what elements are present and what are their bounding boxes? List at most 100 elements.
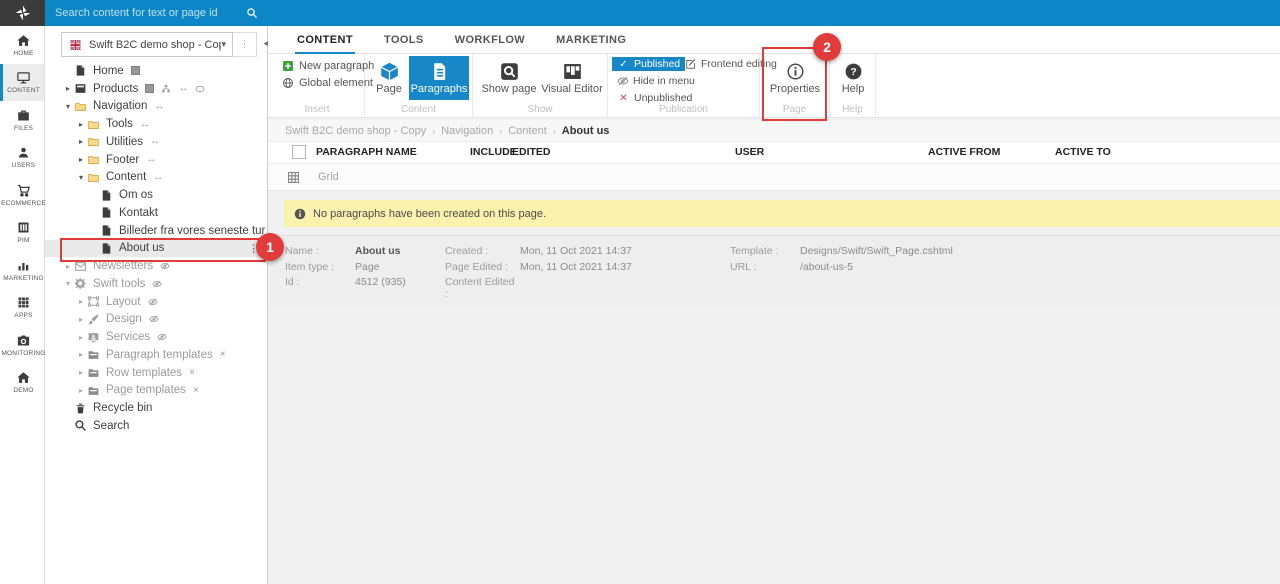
sidebar-item-content[interactable]: CONTENT bbox=[0, 64, 44, 102]
sidebar-item-pim[interactable]: PIM bbox=[0, 214, 44, 252]
tree-item-newsletters[interactable]: ▸Newsletters bbox=[45, 257, 267, 275]
site-menu-button[interactable]: ⋮ bbox=[233, 32, 257, 57]
sidebar-item-apps[interactable]: APPS bbox=[0, 289, 44, 327]
folder-icon bbox=[87, 135, 100, 148]
chevron-right-icon[interactable]: ▸ bbox=[75, 315, 87, 324]
tree-item-swift-tools[interactable]: ▾Swift tools bbox=[45, 275, 267, 293]
chevron-right-icon[interactable]: ▸ bbox=[75, 350, 87, 359]
sidebar-item-marketing[interactable]: MARKETING bbox=[0, 251, 44, 289]
row-menu-icon[interactable]: ⋮ bbox=[248, 242, 259, 255]
tree-item-services[interactable]: ▸Services bbox=[45, 328, 267, 346]
grid-paragraph-row[interactable]: Grid bbox=[268, 163, 1280, 191]
global-element-button[interactable]: Global element bbox=[282, 77, 373, 89]
sidebar-item-label: MARKETING bbox=[3, 275, 43, 282]
tree-item-utilities[interactable]: ▸Utilities↔ bbox=[45, 133, 267, 151]
chevron-down-icon[interactable]: ▾ bbox=[75, 173, 87, 182]
new-paragraph-button[interactable]: New paragraph bbox=[282, 60, 374, 72]
chevron-right-icon[interactable]: ▸ bbox=[62, 84, 74, 93]
chevron-right-icon[interactable]: ▸ bbox=[62, 262, 74, 271]
tree-item-label: Billeder fra vores seneste tur bbox=[119, 225, 265, 237]
column-header-user[interactable]: USER bbox=[735, 146, 764, 158]
breadcrumb-item[interactable]: Navigation bbox=[441, 125, 493, 137]
eyeslash-icon bbox=[157, 332, 167, 342]
eyeslash-icon bbox=[152, 279, 162, 289]
services-icon bbox=[87, 331, 100, 344]
tree-item-about-us[interactable]: About us⋮ bbox=[45, 240, 267, 258]
marketing-icon bbox=[16, 258, 31, 273]
tree-item-layout[interactable]: ▸ Layout bbox=[45, 293, 267, 311]
column-header-paragraph-name[interactable]: PARAGRAPH NAME bbox=[316, 146, 417, 158]
breadcrumb-item[interactable]: Swift B2C demo shop - Copy bbox=[285, 125, 426, 137]
logo-pinwheel-icon bbox=[15, 5, 31, 21]
chevron-down-icon[interactable]: ▾ bbox=[62, 279, 74, 288]
app-logo[interactable] bbox=[0, 0, 45, 26]
sidebar-item-users[interactable]: USERS bbox=[0, 139, 44, 177]
chevron-right-icon[interactable]: ▸ bbox=[75, 333, 87, 342]
search-icon[interactable] bbox=[246, 7, 258, 19]
tree-item-om-os[interactable]: Om os bbox=[45, 186, 267, 204]
tree-list: Home▸Products↔▾Navigation↔▸Tools↔▸Utilit… bbox=[45, 62, 267, 435]
ribbon-group-publication: ✓ Published Hide in menu ✕ Unpublished F… bbox=[608, 54, 760, 118]
tree-item-kontakt[interactable]: Kontakt bbox=[45, 204, 267, 222]
eyeslash-icon bbox=[149, 314, 159, 324]
tree-item-recycle-bin[interactable]: Recycle bin bbox=[45, 399, 267, 417]
visual-editor-button[interactable]: Visual Editor bbox=[541, 56, 603, 100]
paragraphs-button[interactable]: Paragraphs bbox=[409, 56, 469, 100]
tab-marketing[interactable]: MARKETING bbox=[554, 26, 628, 52]
chevron-right-icon[interactable]: ▸ bbox=[75, 155, 87, 164]
sidebar-item-monitoring[interactable]: MONITORING bbox=[0, 326, 44, 364]
tree-item-label: Search bbox=[93, 420, 129, 432]
tree-item-label: Layout bbox=[106, 296, 141, 308]
globe-icon bbox=[282, 77, 294, 89]
group-label-content: Content bbox=[365, 104, 472, 115]
chevron-right-icon[interactable]: ▸ bbox=[75, 297, 87, 306]
tree-item-billeder-fra-vores-seneste-tur[interactable]: Billeder fra vores seneste tur bbox=[45, 222, 267, 240]
tree-item-products[interactable]: ▸Products↔ bbox=[45, 80, 267, 98]
chevron-right-icon[interactable]: ▸ bbox=[75, 137, 87, 146]
tree-item-tools[interactable]: ▸Tools↔ bbox=[45, 115, 267, 133]
breadcrumb-item[interactable]: Content bbox=[508, 125, 547, 137]
column-header-include[interactable]: INCLUDE bbox=[470, 146, 517, 158]
tree-item-home[interactable]: Home bbox=[45, 62, 267, 80]
sidebar-item-demo[interactable]: DEMO bbox=[0, 364, 44, 402]
column-header-active-from[interactable]: ACTIVE FROM bbox=[928, 146, 1000, 158]
chevron-right-icon[interactable]: ▸ bbox=[75, 386, 87, 395]
hide-in-menu-toggle[interactable]: Hide in menu bbox=[612, 74, 700, 88]
unpublished-toggle[interactable]: ✕ Unpublished bbox=[612, 91, 697, 105]
tab-workflow[interactable]: WORKFLOW bbox=[453, 26, 527, 52]
visual-editor-icon bbox=[562, 61, 583, 82]
help-button[interactable]: ? Help bbox=[835, 56, 871, 100]
show-page-button[interactable]: Show page bbox=[481, 56, 537, 100]
folder-icon bbox=[74, 100, 87, 113]
published-toggle[interactable]: ✓ Published bbox=[612, 57, 685, 71]
tree-item-label: Content bbox=[106, 171, 146, 183]
tree-item-content[interactable]: ▾Content↔ bbox=[45, 169, 267, 187]
tree-item-design[interactable]: ▸Design bbox=[45, 311, 267, 329]
column-header-active-to[interactable]: ACTIVE TO bbox=[1055, 146, 1111, 158]
tree-item-search[interactable]: Search bbox=[45, 417, 267, 435]
properties-button[interactable]: Properties bbox=[767, 56, 823, 100]
sidebar-item-ecommerce[interactable]: ECOMMERCE bbox=[0, 176, 44, 214]
tree-item-paragraph-templates[interactable]: ▸Paragraph templates× bbox=[45, 346, 267, 364]
square-badge-icon bbox=[145, 84, 154, 93]
select-all-checkbox[interactable] bbox=[292, 145, 306, 159]
panel-collapse-arrow-icon[interactable]: ◂ bbox=[263, 38, 268, 49]
chevron-right-icon[interactable]: ▸ bbox=[75, 368, 87, 377]
folder-dark-icon bbox=[87, 366, 100, 379]
tree-item-row-templates[interactable]: ▸Row templates× bbox=[45, 364, 267, 382]
tree-item-footer[interactable]: ▸Footer↔ bbox=[45, 151, 267, 169]
tab-content[interactable]: CONTENT bbox=[295, 26, 355, 54]
sidebar-item-home[interactable]: HOME bbox=[0, 26, 44, 64]
sidebar-item-files[interactable]: FILES bbox=[0, 101, 44, 139]
chevron-down-icon[interactable]: ▾ bbox=[62, 102, 74, 111]
site-selector-dropdown[interactable]: Swift B2C demo shop - Copy ▾ bbox=[61, 32, 233, 57]
tree-item-navigation[interactable]: ▾Navigation↔ bbox=[45, 98, 267, 116]
tab-tools[interactable]: TOOLS bbox=[382, 26, 426, 52]
search-input[interactable] bbox=[45, 7, 246, 19]
page-button[interactable]: Page bbox=[369, 56, 409, 100]
tree-item-page-templates[interactable]: ▸Page templates× bbox=[45, 382, 267, 400]
chevron-right-icon[interactable]: ▸ bbox=[75, 120, 87, 129]
info-value: 4512 (935) bbox=[355, 276, 445, 292]
uk-flag-icon bbox=[68, 40, 83, 50]
column-header-edited[interactable]: EDITED bbox=[512, 146, 551, 158]
